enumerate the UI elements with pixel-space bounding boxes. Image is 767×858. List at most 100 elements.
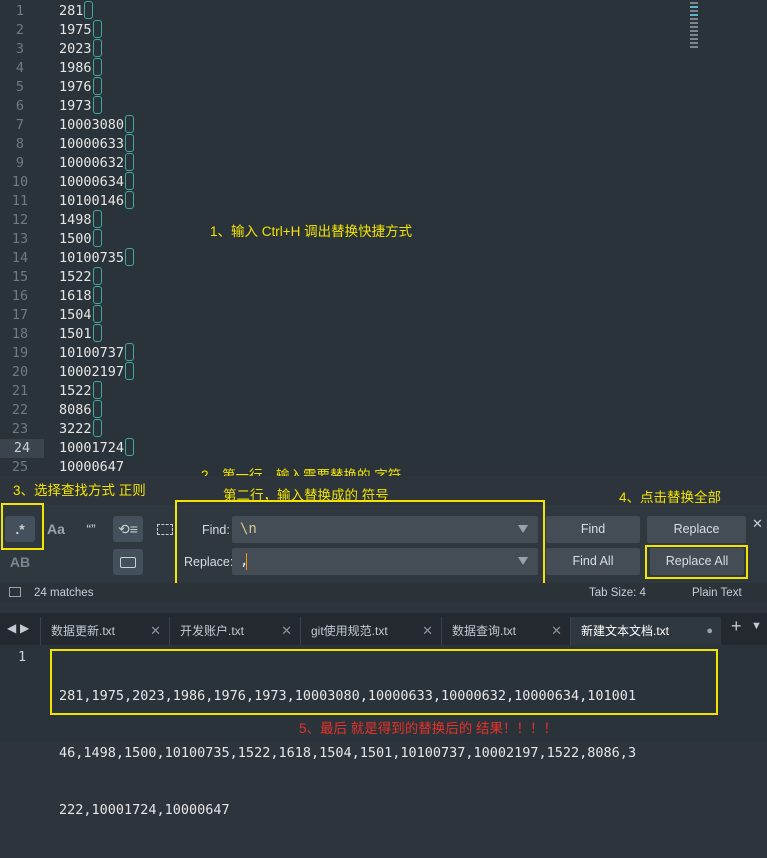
editor-line[interactable]: 6 1973 bbox=[0, 96, 700, 116]
line-text: 2023 bbox=[59, 39, 102, 59]
editor-line[interactable]: 7 10003080 bbox=[0, 115, 700, 135]
tab-close-icon[interactable]: ✕ bbox=[150, 617, 161, 645]
newline-match-marker bbox=[92, 381, 102, 399]
line-number: 1 bbox=[18, 649, 27, 665]
editor-bottom[interactable]: 1 281,1975,2023,1986,1976,1973,10003080,… bbox=[0, 645, 767, 818]
line-text: 3222 bbox=[59, 419, 102, 439]
editor-line[interactable]: 8 10000633 bbox=[0, 134, 700, 154]
editor-line[interactable]: 3 2023 bbox=[0, 39, 700, 59]
editor-top[interactable]: 1 281 2 1975 3 2023 4 1986 5 1976 6 1973 7 10003080 8 1… bbox=[0, 0, 767, 476]
editor-line[interactable]: 10 10000634 bbox=[0, 172, 700, 192]
editor-line[interactable]: 17 1504 bbox=[0, 305, 700, 325]
line-text: 10100735 bbox=[59, 248, 135, 268]
tab-label: 开发账户.txt bbox=[180, 624, 245, 638]
line-number: 14 bbox=[11, 250, 29, 266]
tab-file-5-active[interactable]: 新建文本文档.txt ● bbox=[570, 617, 721, 645]
newline-match-marker bbox=[92, 400, 102, 418]
annotation-step5: 5、最后 就是得到的替换后的 结果！！！！ bbox=[299, 721, 558, 736]
line-number: 23 bbox=[11, 421, 29, 437]
unsaved-dot-icon[interactable]: ● bbox=[706, 617, 713, 645]
annotation-box-fields bbox=[175, 500, 545, 588]
status-bar: 24 matches Tab Size: 4 Plain Text bbox=[0, 583, 767, 603]
annotation-step4: 4、点击替换全部 bbox=[619, 490, 722, 505]
wrap-toggle[interactable]: ⟲≡ bbox=[113, 516, 143, 542]
editor-line[interactable]: 24 10001724 bbox=[0, 438, 700, 458]
editor-line[interactable]: 21 1522 bbox=[0, 381, 700, 401]
editor-line[interactable]: 19 10100737 bbox=[0, 343, 700, 363]
line-number: 24 bbox=[0, 439, 44, 458]
tab-file-4[interactable]: 数据查询.txt ✕ bbox=[441, 617, 570, 645]
line-number: 25 bbox=[11, 459, 29, 475]
tab-size[interactable]: Tab Size: 4 bbox=[589, 587, 646, 599]
editor-line[interactable]: 22 8086 bbox=[0, 400, 700, 420]
newline-match-marker bbox=[92, 229, 102, 247]
newline-match-marker bbox=[92, 210, 102, 228]
find-button[interactable]: Find bbox=[546, 516, 640, 543]
line-text: 1618 bbox=[59, 286, 102, 306]
new-tab-icon[interactable]: + bbox=[731, 616, 742, 637]
newline-match-marker bbox=[92, 77, 102, 95]
line-text: 1498 bbox=[59, 210, 102, 230]
minimap[interactable] bbox=[690, 2, 698, 50]
tab-nav-left-icon[interactable]: ◀ bbox=[7, 621, 16, 635]
editor-line[interactable]: 16 1618 bbox=[0, 286, 700, 306]
tab-close-icon[interactable]: ✕ bbox=[422, 617, 433, 645]
line-number: 12 bbox=[11, 212, 29, 228]
newline-match-marker bbox=[92, 267, 102, 285]
line-text: 1976 bbox=[59, 77, 102, 97]
tab-file-1[interactable]: 数据更新.txt ✕ bbox=[40, 617, 169, 645]
line-number: 2 bbox=[15, 22, 25, 38]
newline-match-marker bbox=[125, 115, 135, 133]
line-text: 10000634 bbox=[59, 172, 135, 192]
line-number: 4 bbox=[15, 60, 25, 76]
replace-button[interactable]: Replace bbox=[647, 516, 746, 543]
find-all-button[interactable]: Find All bbox=[546, 548, 640, 575]
tab-list-icon[interactable]: ▼ bbox=[751, 620, 762, 632]
tab-label: 数据查询.txt bbox=[452, 624, 517, 638]
line-text: 281 bbox=[59, 1, 94, 21]
tab-file-2[interactable]: 开发账户.txt ✕ bbox=[169, 617, 300, 645]
newline-match-marker bbox=[92, 39, 102, 57]
whole-word-toggle[interactable]: “” bbox=[76, 516, 106, 542]
editor-line[interactable]: 11 10100146 bbox=[0, 191, 700, 211]
editor-line[interactable]: 23 3222 bbox=[0, 419, 700, 439]
newline-match-marker bbox=[92, 20, 102, 38]
line-number: 7 bbox=[15, 117, 25, 133]
preserve-case-toggle[interactable]: AB bbox=[5, 549, 35, 575]
newline-match-marker bbox=[125, 153, 135, 171]
newline-match-marker bbox=[125, 134, 135, 152]
highlight-matches-toggle[interactable] bbox=[113, 549, 143, 575]
result-line: 222,10001724,10000647 bbox=[59, 802, 230, 818]
newline-match-marker bbox=[84, 1, 94, 19]
editor-line[interactable]: 20 10002197 bbox=[0, 362, 700, 382]
editor-line[interactable]: 9 10000632 bbox=[0, 153, 700, 173]
tab-file-3[interactable]: git使用规范.txt ✕ bbox=[300, 617, 441, 645]
match-count: 24 matches bbox=[34, 587, 94, 599]
panel-toggle-icon[interactable] bbox=[9, 587, 21, 597]
newline-match-marker bbox=[92, 58, 102, 76]
close-panel-icon[interactable]: ✕ bbox=[752, 516, 763, 532]
annotation-step3: 3、选择查找方式 正则 bbox=[13, 483, 146, 498]
line-text: 10001724 bbox=[59, 438, 135, 458]
editor-line[interactable]: 1 281 bbox=[0, 1, 700, 21]
syntax-mode[interactable]: Plain Text bbox=[692, 587, 742, 599]
line-text: 8086 bbox=[59, 400, 102, 420]
highlight-icon bbox=[120, 557, 136, 568]
line-number: 20 bbox=[11, 364, 29, 380]
editor-line[interactable]: 5 1976 bbox=[0, 77, 700, 97]
editor-line[interactable]: 18 1501 bbox=[0, 324, 700, 344]
case-sensitive-toggle[interactable]: Aa bbox=[41, 516, 71, 542]
line-number: 8 bbox=[15, 136, 25, 152]
line-number: 17 bbox=[11, 307, 29, 323]
tab-nav-right-icon[interactable]: ▶ bbox=[20, 621, 29, 635]
editor-line[interactable]: 2 1975 bbox=[0, 20, 700, 40]
line-number: 19 bbox=[11, 345, 29, 361]
editor-line[interactable]: 14 10100735 bbox=[0, 248, 700, 268]
tab-label: 数据更新.txt bbox=[51, 624, 116, 638]
line-text: 10000647 bbox=[59, 459, 125, 475]
line-number: 18 bbox=[11, 326, 29, 342]
editor-line[interactable]: 4 1986 bbox=[0, 58, 700, 78]
tab-close-icon[interactable]: ✕ bbox=[551, 617, 562, 645]
tab-close-icon[interactable]: ✕ bbox=[281, 617, 292, 645]
editor-line[interactable]: 15 1522 bbox=[0, 267, 700, 287]
